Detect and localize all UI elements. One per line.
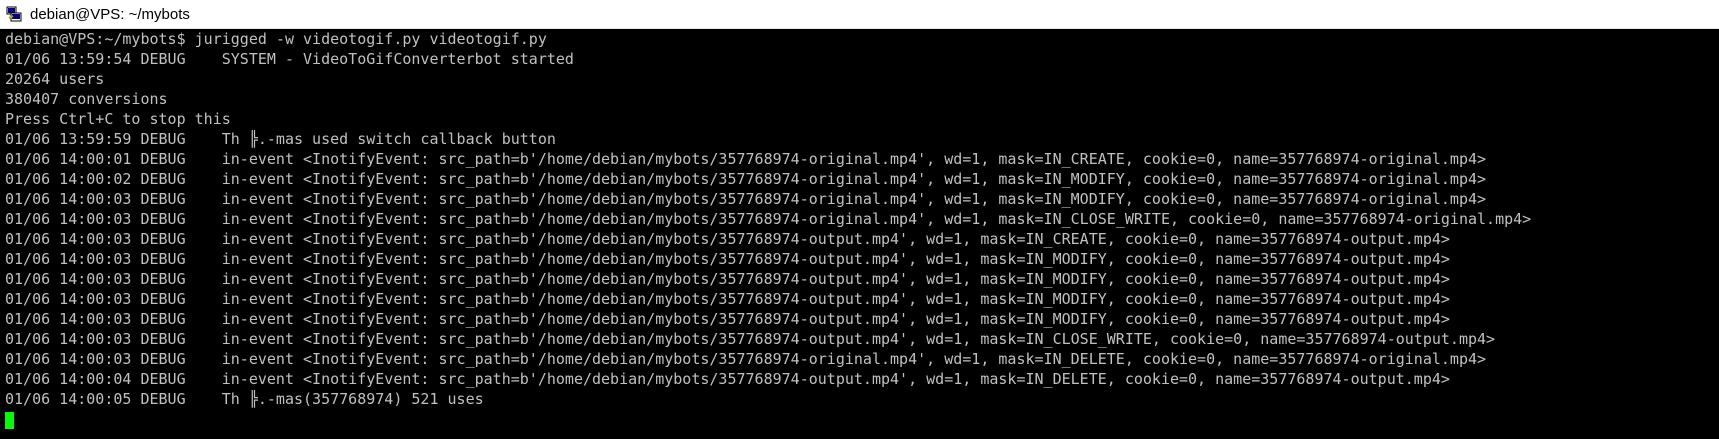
terminal-line: Press Ctrl+C to stop this bbox=[5, 110, 231, 128]
terminal-window: debian@VPS: ~/mybots debian@VPS:~/mybots… bbox=[0, 0, 1719, 439]
putty-icon bbox=[6, 6, 22, 22]
terminal-line: 01/06 13:59:54 DEBUG SYSTEM - VideoToGif… bbox=[5, 50, 574, 68]
terminal-line: 01/06 14:00:03 DEBUG in-event <InotifyEv… bbox=[5, 230, 1450, 248]
terminal-output[interactable]: debian@VPS:~/mybots$ jurigged -w videoto… bbox=[0, 29, 1719, 439]
cursor-line bbox=[5, 409, 1719, 429]
terminal-line: 01/06 13:59:59 DEBUG Th ╠.-mas used swit… bbox=[5, 130, 556, 148]
terminal-line: 01/06 14:00:03 DEBUG in-event <InotifyEv… bbox=[5, 350, 1487, 368]
terminal-line: 01/06 14:00:03 DEBUG in-event <InotifyEv… bbox=[5, 310, 1450, 328]
title-bar[interactable]: debian@VPS: ~/mybots bbox=[0, 0, 1719, 29]
terminal-line: 01/06 14:00:03 DEBUG in-event <InotifyEv… bbox=[5, 190, 1487, 208]
terminal-line: 380407 conversions bbox=[5, 90, 168, 108]
terminal-line: 01/06 14:00:04 DEBUG in-event <InotifyEv… bbox=[5, 370, 1450, 388]
terminal-line: 01/06 14:00:03 DEBUG in-event <InotifyEv… bbox=[5, 290, 1450, 308]
terminal-cursor bbox=[5, 412, 14, 429]
window-title: debian@VPS: ~/mybots bbox=[30, 5, 190, 23]
terminal-line: 01/06 14:00:05 DEBUG Th ╠.-mas(357768974… bbox=[5, 390, 484, 408]
terminal-line: debian@VPS:~/mybots$ jurigged -w videoto… bbox=[5, 30, 547, 48]
terminal-line: 01/06 14:00:03 DEBUG in-event <InotifyEv… bbox=[5, 270, 1450, 288]
terminal-line: 20264 users bbox=[5, 70, 105, 88]
terminal-line: 01/06 14:00:03 DEBUG in-event <InotifyEv… bbox=[5, 210, 1532, 228]
terminal-line: 01/06 14:00:02 DEBUG in-event <InotifyEv… bbox=[5, 170, 1487, 188]
terminal-line: 01/06 14:00:03 DEBUG in-event <InotifyEv… bbox=[5, 250, 1450, 268]
terminal-line: 01/06 14:00:03 DEBUG in-event <InotifyEv… bbox=[5, 330, 1496, 348]
terminal-line: 01/06 14:00:01 DEBUG in-event <InotifyEv… bbox=[5, 150, 1487, 168]
